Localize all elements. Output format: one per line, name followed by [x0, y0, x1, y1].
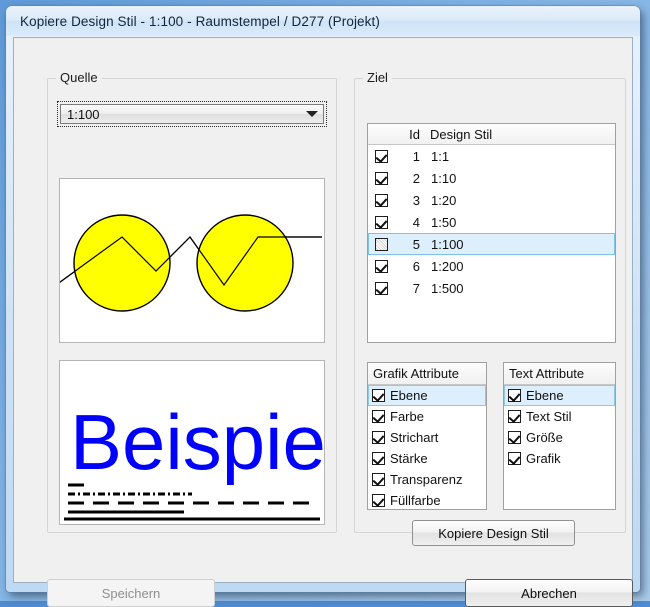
- row-id: 2: [392, 171, 420, 186]
- target-list-rows: 11:121:1031:2041:5051:10061:20071:500: [368, 145, 615, 299]
- row-checkbox[interactable]: [508, 452, 521, 465]
- text-preview-sample: Beispiel: [70, 398, 324, 486]
- row-checkbox[interactable]: [372, 410, 385, 423]
- cancel-button[interactable]: Abrechen: [465, 579, 633, 607]
- scale-combobox[interactable]: 1:100: [58, 102, 326, 126]
- row-style-name: 1:1: [420, 149, 449, 164]
- row-checkbox[interactable]: [372, 473, 385, 486]
- row-checkbox[interactable]: [508, 410, 521, 423]
- row-checkbox[interactable]: [375, 238, 388, 251]
- list-item-label: Farbe: [385, 409, 424, 424]
- list-item[interactable]: Stärke: [368, 448, 486, 469]
- row-id: 3: [392, 193, 420, 208]
- text-preview-drawing: Beispiel: [60, 361, 324, 524]
- row-id: 5: [392, 237, 420, 252]
- row-checkbox[interactable]: [372, 389, 385, 402]
- table-row[interactable]: 41:50: [368, 211, 615, 233]
- table-row[interactable]: 21:10: [368, 167, 615, 189]
- list-item[interactable]: Text Stil: [504, 406, 615, 427]
- list-item[interactable]: Größe: [504, 427, 615, 448]
- list-item-label: Ebene: [521, 388, 564, 403]
- row-checkbox[interactable]: [508, 389, 521, 402]
- scale-combobox-value: 1:100: [61, 107, 301, 122]
- table-row[interactable]: 61:200: [368, 255, 615, 277]
- list-item[interactable]: Füllfarbe: [368, 490, 486, 510]
- table-row[interactable]: 31:20: [368, 189, 615, 211]
- list-item-label: Größe: [521, 430, 563, 445]
- row-id: 4: [392, 215, 420, 230]
- copy-design-style-button[interactable]: Kopiere Design Stil: [412, 520, 575, 546]
- row-style-name: 1:20: [420, 193, 456, 208]
- list-item-label: Strichart: [385, 430, 438, 445]
- list-item-label: Stärke: [385, 451, 428, 466]
- window-title: Kopiere Design Stil - 1:100 - Raumstempe…: [20, 14, 380, 29]
- text-attributes-rows: Ebene Text Stil Größe Grafik: [504, 385, 615, 469]
- list-item[interactable]: Farbe: [368, 406, 486, 427]
- graphic-attributes-list[interactable]: Grafik Attribute Ebene Farbe Strichart Stär…: [367, 362, 487, 510]
- text-attributes-list[interactable]: Text Attribute Ebene Text Stil Größe Grafik: [503, 362, 616, 510]
- row-id: 1: [392, 149, 420, 164]
- row-checkbox[interactable]: [375, 216, 388, 229]
- row-style-name: 1:100: [420, 237, 464, 252]
- list-item[interactable]: Grafik: [504, 448, 615, 469]
- list-item[interactable]: Strichart: [368, 427, 486, 448]
- row-checkbox[interactable]: [508, 431, 521, 444]
- table-row[interactable]: 71:500: [368, 277, 615, 299]
- list-item[interactable]: Ebene: [368, 385, 486, 406]
- scale-combobox-face[interactable]: 1:100: [60, 104, 324, 124]
- row-style-name: 1:500: [420, 281, 464, 296]
- line-style-samples: [64, 485, 320, 519]
- list-item-label: Transparenz: [385, 472, 463, 487]
- list-item-label: Grafik: [521, 451, 561, 466]
- row-checkbox[interactable]: [375, 194, 388, 207]
- row-checkbox[interactable]: [375, 172, 388, 185]
- graphic-attributes-header: Grafik Attribute: [368, 363, 486, 385]
- text-attributes-header: Text Attribute: [504, 363, 615, 385]
- row-id: 6: [392, 259, 420, 274]
- list-item-label: Text Stil: [521, 409, 572, 424]
- dialog-client-area: Quelle 1:100 Beispiel: [13, 37, 633, 583]
- row-checkbox[interactable]: [372, 452, 385, 465]
- row-checkbox[interactable]: [375, 282, 388, 295]
- graphic-preview-pane: [59, 178, 325, 343]
- row-style-name: 1:50: [420, 215, 456, 230]
- target-style-list[interactable]: Id Design Stil 11:121:1031:2041:5051:100…: [367, 123, 616, 343]
- source-group-label: Quelle: [56, 70, 102, 85]
- column-header-id: Id: [368, 127, 426, 142]
- dialog-window: Kopiere Design Stil - 1:100 - Raumstempe…: [6, 6, 640, 592]
- list-item[interactable]: Ebene: [504, 385, 615, 406]
- row-checkbox[interactable]: [375, 150, 388, 163]
- list-item-label: Füllfarbe: [385, 493, 441, 508]
- row-id: 7: [392, 281, 420, 296]
- row-checkbox[interactable]: [372, 494, 385, 507]
- list-item[interactable]: Transparenz: [368, 469, 486, 490]
- row-style-name: 1:200: [420, 259, 464, 274]
- table-row[interactable]: 11:1: [368, 145, 615, 167]
- graphic-preview-drawing: [60, 179, 324, 342]
- list-item-label: Ebene: [385, 388, 428, 403]
- title-bar: Kopiere Design Stil - 1:100 - Raumstempe…: [6, 6, 640, 36]
- target-group-label: Ziel: [363, 70, 392, 85]
- row-checkbox[interactable]: [375, 260, 388, 273]
- chevron-down-icon[interactable]: [301, 111, 323, 117]
- graphic-attributes-rows: Ebene Farbe Strichart Stärke Transparenz Füll…: [368, 385, 486, 510]
- row-checkbox[interactable]: [372, 431, 385, 444]
- target-list-header: Id Design Stil: [368, 124, 615, 145]
- save-button[interactable]: Speichern: [47, 579, 215, 607]
- column-header-name: Design Stil: [426, 127, 492, 142]
- text-preview-pane: Beispiel: [59, 360, 325, 525]
- table-row[interactable]: 51:100: [368, 233, 615, 255]
- row-style-name: 1:10: [420, 171, 456, 186]
